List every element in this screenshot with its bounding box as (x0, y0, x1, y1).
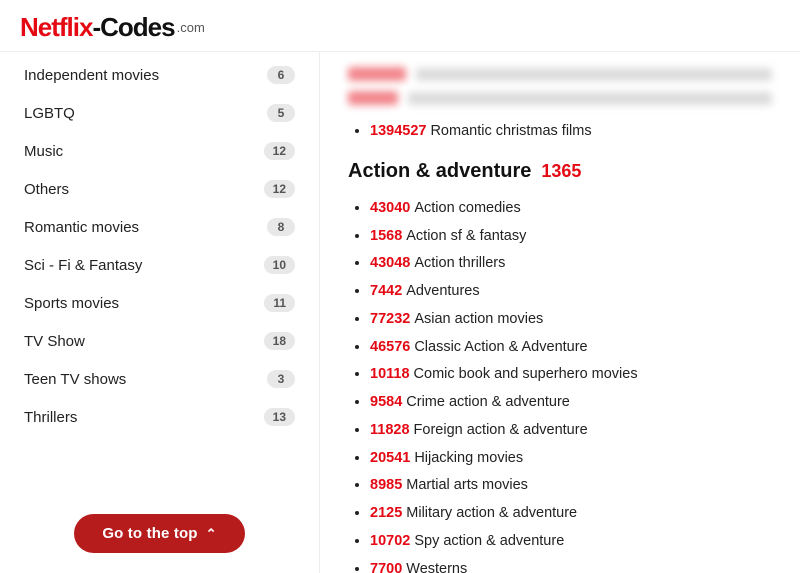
sidebar-badge: 10 (264, 256, 295, 274)
code-label-2125: Military action & adventure (406, 505, 577, 521)
code-link-77232[interactable]: 77232 (370, 311, 410, 327)
code-label-10702: Spy action & adventure (414, 533, 564, 549)
sidebar-item-label: Teen TV shows (24, 371, 126, 388)
sidebar-badge: 13 (264, 408, 295, 426)
list-item: 10702Spy action & adventure (370, 528, 772, 556)
code-label-1568: Action sf & fantasy (406, 228, 526, 244)
sidebar-item-label: Sports movies (24, 295, 119, 312)
go-to-top-button[interactable]: Go to the top ⌃ (74, 514, 244, 553)
section-title: Action & adventure (348, 160, 531, 183)
list-item: 46576Classic Action & Adventure (370, 334, 772, 362)
code-label-77232: Asian action movies (414, 311, 543, 327)
code-label-43048: Action thrillers (414, 255, 505, 271)
romantic-list: 1394527Romantic christmas films (348, 118, 772, 146)
sidebar-badge: 18 (264, 332, 295, 350)
code-link-11828[interactable]: 11828 (370, 422, 410, 438)
code-link-7442[interactable]: 7442 (370, 283, 402, 299)
sidebar-item-tv-show[interactable]: TV Show 18 (0, 322, 319, 360)
sidebar-item-label: Music (24, 143, 63, 160)
sidebar-badge: 8 (267, 218, 295, 236)
code-label-9584: Crime action & adventure (406, 394, 570, 410)
sidebar-badge: 11 (264, 294, 295, 312)
sidebar-item-thrillers[interactable]: Thrillers 13 (0, 398, 319, 436)
code-link-7700[interactable]: 7700 (370, 561, 402, 573)
sidebar-badge: 12 (264, 180, 295, 198)
code-link-9584[interactable]: 9584 (370, 394, 402, 410)
sidebar-item-label: Independent movies (24, 67, 159, 84)
sidebar-item-music[interactable]: Music 12 (0, 132, 319, 170)
code-link-46576[interactable]: 46576 (370, 339, 410, 355)
chevron-up-icon: ⌃ (206, 526, 217, 542)
sidebar-badge: 5 (267, 104, 295, 122)
action-adventure-list: 43040Action comedies 1568Action sf & fan… (348, 195, 772, 573)
code-link-10118[interactable]: 10118 (370, 366, 410, 382)
list-item: 43040Action comedies (370, 195, 772, 223)
list-item-romantic-christmas: 1394527Romantic christmas films (370, 118, 772, 146)
code-link-10702[interactable]: 10702 (370, 533, 410, 549)
list-item: 43048Action thrillers (370, 250, 772, 278)
sidebar-item-sci-fi-fantasy[interactable]: Sci - Fi & Fantasy 10 (0, 246, 319, 284)
list-item: 8985Martial arts movies (370, 472, 772, 500)
sidebar-item-label: LGBTQ (24, 105, 75, 122)
main-layout: Independent movies 6 LGBTQ 5 Music 12 Ot… (0, 52, 800, 573)
list-item: 7700 Westerns (370, 556, 772, 573)
code-link-20541[interactable]: 20541 (370, 450, 410, 466)
code-label-43040: Action comedies (414, 200, 520, 216)
sidebar-item-label: Sci - Fi & Fantasy (24, 257, 142, 274)
list-item: 77232Asian action movies (370, 306, 772, 334)
sidebar-item-label: Thrillers (24, 409, 77, 426)
logo-codes: -Codes (92, 12, 174, 43)
list-item: 7442Adventures (370, 278, 772, 306)
list-item: 1568Action sf & fantasy (370, 223, 772, 251)
list-item: 11828Foreign action & adventure (370, 417, 772, 445)
code-link-2125[interactable]: 2125 (370, 505, 402, 521)
code-label-10118: Comic book and superhero movies (414, 366, 638, 382)
blurred-text-2 (408, 92, 772, 105)
list-item: 9584Crime action & adventure (370, 389, 772, 417)
blurred-row-1 (348, 62, 772, 86)
content-area: 1394527Romantic christmas films Action &… (320, 52, 800, 573)
go-to-top-label: Go to the top (102, 525, 197, 542)
list-item: 10118Comic book and superhero movies (370, 361, 772, 389)
section-heading-action-adventure: Action & adventure 1365 (348, 160, 772, 183)
code-label-7700: Westerns (406, 561, 467, 573)
sidebar-badge: 12 (264, 142, 295, 160)
sidebar-badge: 6 (267, 66, 295, 84)
blurred-text-1 (416, 68, 772, 81)
code-label-46576: Classic Action & Adventure (414, 339, 587, 355)
sidebar-badge: 3 (267, 370, 295, 388)
code-link-1568[interactable]: 1568 (370, 228, 402, 244)
blurred-rows (348, 62, 772, 110)
code-label-20541: Hijacking movies (414, 450, 523, 466)
list-item: 2125Military action & adventure (370, 500, 772, 528)
sidebar: Independent movies 6 LGBTQ 5 Music 12 Ot… (0, 52, 320, 573)
code-link-43040[interactable]: 43040 (370, 200, 410, 216)
sidebar-item-label: Romantic movies (24, 219, 139, 236)
sidebar-item-label: TV Show (24, 333, 85, 350)
sidebar-item-teen-tv-shows[interactable]: Teen TV shows 3 (0, 360, 319, 398)
code-label-7442: Adventures (406, 283, 479, 299)
sidebar-list: Independent movies 6 LGBTQ 5 Music 12 Ot… (0, 52, 319, 498)
code-link-43048[interactable]: 43048 (370, 255, 410, 271)
sidebar-item-romantic-movies[interactable]: Romantic movies 8 (0, 208, 319, 246)
romantic-christmas-code-link[interactable]: 1394527 (370, 123, 426, 139)
code-label-11828: Foreign action & adventure (414, 422, 588, 438)
list-item: 20541Hijacking movies (370, 445, 772, 473)
sidebar-item-label: Others (24, 181, 69, 198)
code-link-8985[interactable]: 8985 (370, 477, 402, 493)
blurred-badge-1 (348, 67, 406, 81)
sidebar-item-sports-movies[interactable]: Sports movies 11 (0, 284, 319, 322)
romantic-christmas-label: Romantic christmas films (430, 123, 591, 139)
blurred-badge-2 (348, 91, 398, 105)
logo-netflix: Netflix (20, 12, 92, 43)
sidebar-item-lgbtq[interactable]: LGBTQ 5 (0, 94, 319, 132)
sidebar-footer: Go to the top ⌃ (0, 498, 319, 573)
sidebar-item-independent-movies[interactable]: Independent movies 6 (0, 56, 319, 94)
blurred-row-2 (348, 86, 772, 110)
code-label-8985: Martial arts movies (406, 477, 528, 493)
sidebar-item-others[interactable]: Others 12 (0, 170, 319, 208)
section-code-link[interactable]: 1365 (541, 161, 581, 182)
logo-com: .com (177, 20, 205, 35)
header: Netflix-Codes.com (0, 0, 800, 52)
